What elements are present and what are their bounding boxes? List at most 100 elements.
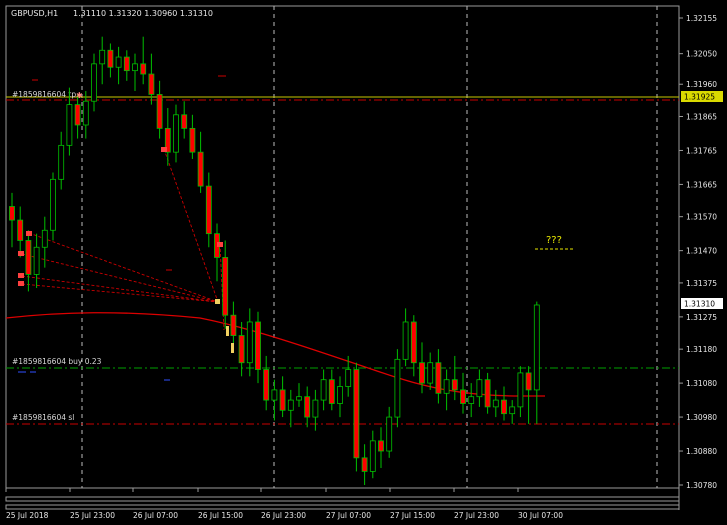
candle-body-bear	[238, 335, 245, 364]
candle-body-bear	[361, 457, 368, 472]
candle-body-bull	[468, 396, 475, 404]
candle-body-bull	[427, 362, 434, 384]
price-label: 1.31470	[686, 247, 717, 256]
sell-marker	[18, 281, 24, 286]
candle-body-bear	[197, 151, 204, 187]
candle-body-bull	[533, 304, 540, 391]
candle	[353, 362, 360, 472]
candle-body-bear	[279, 389, 286, 411]
candle-body-bear	[525, 372, 532, 391]
candle-body-bear	[9, 206, 15, 221]
tp-line-label: #1859816604 tp	[12, 90, 76, 99]
candle-body-bear	[74, 104, 81, 126]
candle-body-bear	[148, 73, 155, 95]
sell-marker	[161, 147, 167, 152]
candle-body-bear	[17, 219, 24, 241]
time-label: 26 Jul 15:00	[198, 511, 243, 520]
candle	[50, 172, 56, 241]
sell-marker	[26, 231, 32, 236]
candle-body-bull	[509, 406, 516, 415]
candle-body-bull	[312, 399, 319, 418]
candle-body-bear	[304, 396, 311, 418]
time-label: 27 Jul 15:00	[390, 511, 435, 520]
candle-body-bull	[287, 399, 294, 411]
time-label: 25 Jul 23:00	[70, 511, 115, 520]
indicator-divider	[5, 504, 680, 510]
price-label: 1.31865	[686, 112, 717, 121]
sell-marker	[18, 273, 24, 278]
candle-body-bear	[181, 114, 188, 129]
price-label: 1.31570	[686, 213, 717, 222]
chart-frame	[5, 5, 680, 489]
candle-body-bear	[255, 321, 261, 370]
price-label: 1.31080	[686, 379, 717, 388]
candle-body-bull	[369, 440, 376, 472]
candle-body-bear	[484, 379, 491, 408]
candle-body-bull	[50, 178, 56, 231]
close-marker	[231, 343, 234, 353]
candle	[394, 349, 401, 428]
candle-body-bull	[91, 63, 97, 102]
time-scale: 25 Jul 2018 25 Jul 23:00 26 Jul 07:00 26 Ju…	[5, 488, 563, 520]
candle-body-bear	[205, 185, 212, 235]
candle-body-bull	[66, 104, 73, 146]
close-marker	[215, 299, 220, 304]
candle-body-bull	[296, 396, 302, 401]
price-chart[interactable]: GBPUSD,H1 1.31110 1.31320 1.30960 1.3131…	[0, 0, 727, 525]
candle-body-bull	[337, 386, 343, 404]
candle-body-bull	[173, 114, 179, 153]
candle-body-bear	[189, 127, 196, 153]
price-label: 1.30880	[686, 447, 717, 456]
price-label: 1.32155	[686, 14, 717, 23]
star-marker: ✱	[76, 91, 83, 100]
candle-body-bull	[33, 246, 40, 275]
candle-body-bull	[386, 416, 393, 452]
time-label: 25 Jul 2018	[6, 511, 49, 520]
price-scale: 1.32155 1.32050 1.31960 1.31865 1.31765 1.316…	[679, 14, 717, 490]
time-label: 26 Jul 07:00	[133, 511, 178, 520]
candle-body-bull	[115, 56, 122, 68]
sl-line-label: #1859816604 sl	[12, 413, 74, 422]
close-marker	[226, 326, 229, 336]
candle-body-bull	[394, 358, 401, 418]
candle-body-bear	[460, 389, 466, 404]
header-symbol: GBPUSD,H1	[11, 9, 58, 18]
price-label: 1.31180	[686, 345, 717, 354]
candle-body-bull	[246, 321, 253, 364]
candle-body-bear	[230, 314, 237, 336]
candle-body-bear	[328, 379, 335, 404]
candle-body-bull	[41, 229, 48, 248]
scrollbar-track[interactable]	[5, 496, 680, 502]
time-label: 27 Jul 07:00	[326, 511, 371, 520]
candle-body-bull	[132, 63, 138, 72]
candle-body-bear	[410, 321, 417, 364]
candle-body-bear	[25, 240, 32, 275]
candle-body-bear	[140, 63, 147, 75]
candle-body-bull	[82, 100, 89, 126]
entry-line-label: #1859816604 buy 0.23	[12, 357, 102, 366]
candle-body-bear	[263, 369, 270, 401]
time-label: 30 Jul 07:00	[518, 511, 563, 520]
candle-body-bear	[435, 362, 442, 394]
sell-marker	[18, 251, 24, 256]
time-label: 26 Jul 23:00	[261, 511, 306, 520]
price-label: 1.31665	[686, 180, 717, 189]
price-label: 1.32050	[686, 50, 717, 59]
candle-body-bear	[451, 379, 458, 391]
candle-body-bull	[99, 49, 106, 65]
candle-body-bull	[271, 389, 278, 401]
candle-body-bull	[320, 379, 327, 401]
candle-body-bull	[517, 372, 524, 408]
sell-marker	[217, 242, 223, 247]
price-label: 1.31765	[686, 146, 717, 155]
candle-body-bull	[443, 379, 450, 394]
annotation-text: ???	[546, 235, 562, 246]
candle-body-bull	[476, 379, 483, 398]
header-ohlc: 1.31110 1.31320 1.30960 1.31310	[73, 9, 213, 18]
candle-body-bull	[402, 321, 409, 360]
candle-body-bull	[345, 369, 352, 387]
candle-body-bear	[107, 49, 114, 68]
price-label: 1.31375	[686, 279, 717, 288]
candle-body-bear	[353, 369, 360, 459]
current-price: 1.31310	[684, 300, 715, 309]
